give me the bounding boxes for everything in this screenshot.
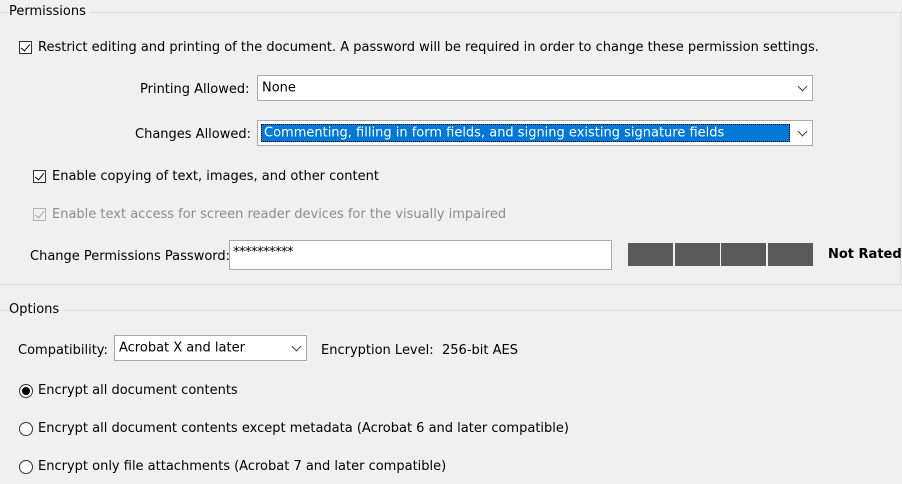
chevron-down-icon[interactable]: [792, 121, 812, 145]
password-label: Change Permissions Password:: [30, 249, 231, 264]
permissions-group-title: Permissions: [9, 4, 90, 19]
password-input[interactable]: **********: [229, 240, 612, 270]
changes-allowed-value: Commenting, filling in form fields, and …: [264, 125, 725, 141]
encrypt-attachments-label[interactable]: Encrypt only file attachments (Acrobat 7…: [38, 459, 446, 474]
options-group-border: [0, 310, 902, 311]
password-value: **********: [233, 245, 294, 260]
copy-label[interactable]: Enable copying of text, images, and othe…: [52, 169, 379, 184]
options-group-title: Options: [9, 302, 64, 317]
screenreader-label: Enable text access for screen reader dev…: [52, 207, 507, 222]
printing-allowed-label: Printing Allowed:: [140, 82, 250, 97]
permissions-group-bottom-border: [0, 284, 902, 285]
permissions-group-right-border: [900, 12, 901, 284]
compatibility-value: Acrobat X and later: [119, 340, 245, 356]
restrict-label[interactable]: Restrict editing and printing of the doc…: [38, 40, 819, 55]
printing-allowed-value: None: [262, 80, 296, 96]
printing-allowed-select[interactable]: None: [257, 75, 813, 101]
changes-allowed-label: Changes Allowed:: [135, 127, 252, 142]
compatibility-select[interactable]: Acrobat X and later: [114, 335, 307, 361]
compatibility-label: Compatibility:: [18, 343, 108, 358]
chevron-down-icon[interactable]: [792, 76, 812, 100]
changes-allowed-selection: Commenting, filling in form fields, and …: [261, 124, 790, 142]
encrypt-except-metadata-label[interactable]: Encrypt all document contents except met…: [38, 421, 569, 436]
restrict-checkbox[interactable]: [19, 41, 32, 54]
changes-allowed-select[interactable]: Commenting, filling in form fields, and …: [257, 120, 813, 146]
copy-checkbox[interactable]: [33, 170, 46, 183]
strength-segment: [768, 243, 813, 266]
strength-text: Not Rated: [828, 247, 902, 262]
strength-segment: [721, 243, 766, 266]
encryption-level-value: 256-bit AES: [442, 343, 518, 358]
strength-segment: [628, 243, 673, 266]
strength-segment: [675, 243, 720, 266]
encrypt-attachments-radio[interactable]: [19, 460, 33, 474]
encryption-level-label: Encryption Level:: [321, 343, 434, 358]
screenreader-checkbox: [33, 208, 46, 221]
permissions-group-border: [0, 12, 902, 13]
encrypt-all-label[interactable]: Encrypt all document contents: [38, 383, 238, 398]
chevron-down-icon[interactable]: [286, 336, 306, 360]
encrypt-all-radio[interactable]: [19, 384, 33, 398]
encrypt-except-metadata-radio[interactable]: [19, 422, 33, 436]
